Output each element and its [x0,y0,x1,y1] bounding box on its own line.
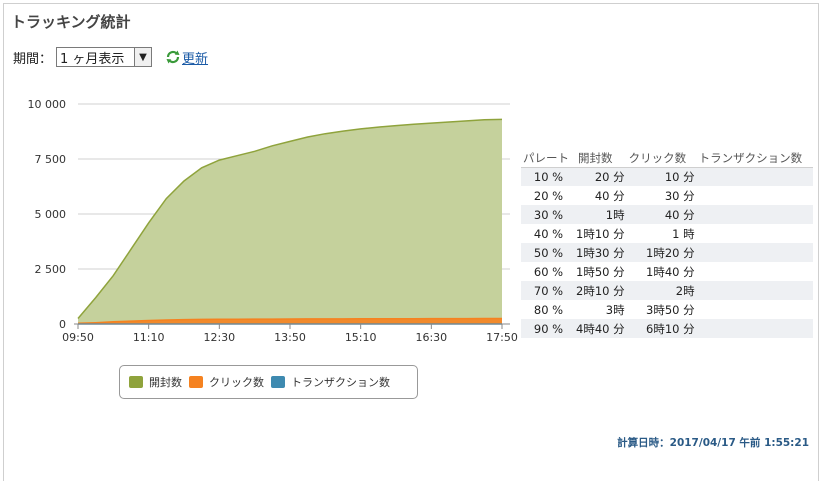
y-tick-label: 7 500 [35,153,67,166]
legend-item[interactable]: 開封数 [129,374,182,390]
x-tick-label: 09:50 [62,331,94,344]
cell-transactions [697,186,813,205]
legend-item[interactable]: クリック数 [189,374,264,390]
cell-pareto: 90 % [521,319,576,338]
x-tick-label: 12:30 [203,331,235,344]
cell-transactions [696,319,813,338]
period-selector-row: 期間： 1 ヶ月表示 ▼ 更新 [13,47,208,67]
cell-opens: 40 分 [594,188,625,203]
refresh-control[interactable]: 更新 [165,48,208,67]
cell-clicks: 1時40 分 [646,264,695,279]
cell-transactions [697,300,813,319]
x-tick-label: 16:30 [415,331,447,344]
cell-pareto: 10 % [521,167,576,186]
col-header-transactions: トランザクション数 [696,150,813,168]
y-tick-label: 0 [59,318,66,331]
legend-label: 開封数 [149,376,182,389]
tracking-area-chart: 0 2 500 5 000 7 500 10 000 09:50 11:10 12:30 13:… [28,98,518,344]
chevron-down-icon[interactable]: ▼ [134,48,152,66]
period-select[interactable]: 1 ヶ月表示 ▼ [56,47,153,67]
legend-swatch [271,376,285,388]
series-area-0 [78,119,502,325]
cell-clicks: 10 分 [626,167,697,186]
pareto-table: パレート 開封数 クリック数 トランザクション数 10 % 20 分 10 分 20 … [521,150,813,338]
cell-clicks: 1時20 分 [626,243,697,262]
cell-transactions [697,262,813,281]
cell-clicks: 1 時 [672,226,695,241]
cell-opens: 20 分 [576,167,627,186]
y-tick-label: 10 000 [28,98,67,111]
cell-transactions [696,205,813,224]
cell-clicks: 6時10 分 [626,319,697,338]
legend-label: クリック数 [209,376,264,389]
cell-clicks: 2時 [626,281,697,300]
col-header-clicks: クリック数 [626,150,697,168]
cell-transactions [696,281,813,300]
cell-clicks: 3時50 分 [646,302,695,317]
cell-opens: 3時 [605,302,625,317]
legend-swatch [129,376,143,388]
cell-pareto: 80 % [533,302,564,317]
y-tick-label: 2 500 [35,263,67,276]
table-row: 20 % 40 分 30 分 [521,186,813,205]
col-header-pareto: パレート [521,150,576,168]
x-tick-label: 13:50 [274,331,306,344]
x-tick-label: 15:10 [345,331,377,344]
cell-pareto: 40 % [533,226,564,241]
col-header-opens: 開封数 [576,150,627,168]
cell-opens: 4時40 分 [576,319,627,338]
cell-opens: 1時10 分 [576,226,625,241]
table-row: 90 % 4時40 分 6時10 分 [521,319,813,338]
cell-opens: 1時30 分 [576,243,627,262]
chart-legend: 開封数 クリック数 トランザクション数 [119,365,418,399]
legend-label: トランザクション数 [291,376,390,389]
cell-transactions [696,243,813,262]
cell-pareto: 60 % [533,264,564,279]
table-row: 10 % 20 分 10 分 [521,167,813,186]
cell-clicks: 40 分 [626,205,697,224]
cell-pareto: 70 % [521,281,576,300]
legend-swatch [189,376,203,388]
cell-opens: 1時50 分 [576,264,625,279]
legend-item[interactable]: トランザクション数 [271,374,390,390]
page-title: トラッキング統計 [11,13,131,31]
calculation-timestamp: 計算日時：2017/04/17 午前 1:55:21 [617,437,809,449]
period-select-value: 1 ヶ月表示 [60,51,125,67]
cell-clicks: 30 分 [664,188,695,203]
x-tick-label: 11:10 [133,331,165,344]
table-row: 30 % 1時 40 分 [521,205,813,224]
table-header-row: パレート 開封数 クリック数 トランザクション数 [521,150,813,168]
cell-transactions [697,224,813,243]
y-tick-label: 5 000 [35,208,67,221]
table-row: 40 % 1時10 分 1 時 [521,224,813,243]
refresh-link[interactable]: 更新 [182,48,208,67]
refresh-icon[interactable] [165,49,181,65]
cell-transactions [696,167,813,186]
cell-opens: 1時 [576,205,627,224]
table-row: 70 % 2時10 分 2時 [521,281,813,300]
table-row: 80 % 3時 3時50 分 [521,300,813,319]
cell-pareto: 20 % [533,188,564,203]
table-row: 50 % 1時30 分 1時20 分 [521,243,813,262]
x-tick-label: 17:50 [486,331,518,344]
cell-pareto: 50 % [521,243,576,262]
period-label: 期間： [13,51,53,67]
table-row: 60 % 1時50 分 1時40 分 [521,262,813,281]
cell-pareto: 30 % [521,205,576,224]
cell-opens: 2時10 分 [576,281,627,300]
